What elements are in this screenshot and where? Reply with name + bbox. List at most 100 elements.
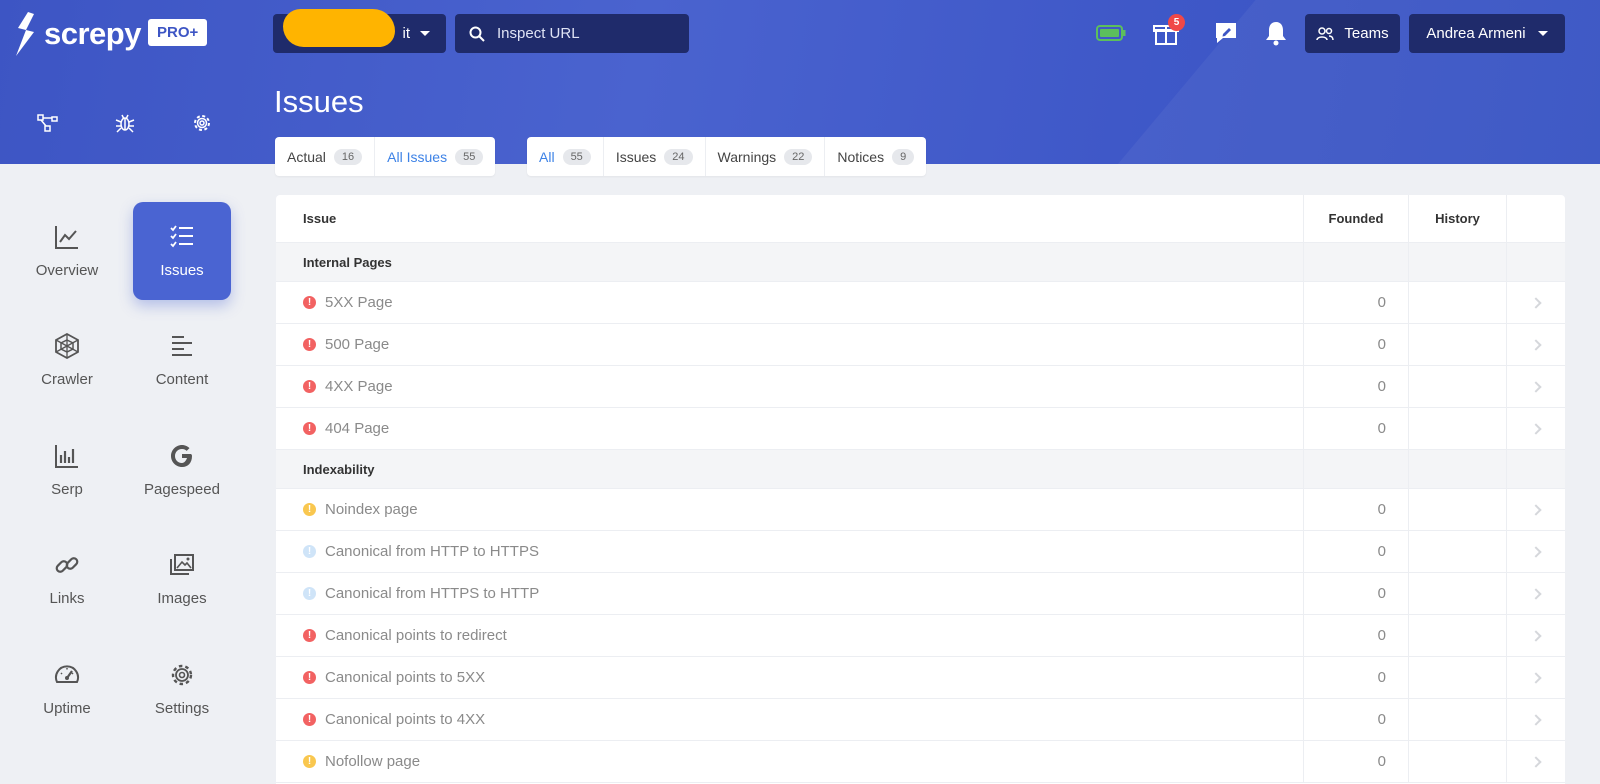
table-row[interactable]: ! 5XX Page 0 xyxy=(276,282,1565,324)
table-row[interactable]: ! 404 Page 0 xyxy=(276,408,1565,450)
warning-icon: ! xyxy=(303,755,316,768)
column-header-founded[interactable]: Founded xyxy=(1304,195,1409,242)
issue-label: Canonical from HTTP to HTTPS xyxy=(325,543,539,560)
table-row[interactable]: ! Canonical points to redirect 0 xyxy=(276,615,1565,657)
table-row[interactable]: ! Canonical points to 5XX 0 xyxy=(276,657,1565,699)
tab-all[interactable]: All 55 xyxy=(527,137,604,176)
sidebar-item-label: Uptime xyxy=(43,699,91,717)
history-cell xyxy=(1409,531,1507,572)
history-cell xyxy=(1409,615,1507,656)
founded-count: 0 xyxy=(1304,408,1409,449)
error-icon: ! xyxy=(303,713,316,726)
teams-label: Teams xyxy=(1344,25,1389,42)
sitemap-icon[interactable] xyxy=(35,110,61,136)
page-title: Issues xyxy=(274,84,364,119)
tab-notices[interactable]: Notices 9 xyxy=(825,137,926,176)
sidebar-item-content[interactable]: Content xyxy=(133,311,231,409)
caret-down-icon xyxy=(420,31,430,36)
notice-icon: ! xyxy=(303,545,316,558)
table-row[interactable]: ! Nofollow page 0 xyxy=(276,741,1565,783)
founded-count: 0 xyxy=(1304,489,1409,530)
sidebar-item-crawler[interactable]: Crawler xyxy=(18,311,116,409)
sidebar-item-label: Links xyxy=(49,589,85,607)
column-header-history[interactable]: History xyxy=(1409,195,1507,242)
redaction-scribble xyxy=(283,9,395,47)
checklist-icon xyxy=(170,224,193,247)
sidebar-item-images[interactable]: Images xyxy=(133,530,231,628)
error-icon: ! xyxy=(303,338,316,351)
chevron-right-icon[interactable] xyxy=(1530,755,1542,768)
feedback-icon[interactable] xyxy=(1209,16,1243,50)
logo-text: screpy xyxy=(44,16,141,51)
bell-icon[interactable] xyxy=(1259,16,1293,50)
table-row[interactable]: ! Canonical from HTTP to HTTPS 0 xyxy=(276,531,1565,573)
gear-icon xyxy=(171,664,193,685)
issue-label: 4XX Page xyxy=(325,378,393,395)
teams-button[interactable]: Teams xyxy=(1305,14,1400,53)
column-header-issue[interactable]: Issue xyxy=(276,195,1304,242)
chevron-right-icon[interactable] xyxy=(1530,296,1542,309)
tab-count: 9 xyxy=(892,148,915,165)
group-name: Indexability xyxy=(276,450,1304,488)
table-header: Issue Founded History xyxy=(276,195,1565,243)
issue-label: 5XX Page xyxy=(325,294,393,311)
users-icon xyxy=(1316,26,1335,40)
sidebar-item-uptime[interactable]: Uptime xyxy=(18,640,116,738)
tab-count: 22 xyxy=(784,148,813,165)
tab-label: Actual xyxy=(287,148,326,165)
tab-warnings[interactable]: Warnings 22 xyxy=(706,137,826,176)
table-row[interactable]: ! 4XX Page 0 xyxy=(276,366,1565,408)
tab-all-issues[interactable]: All Issues 55 xyxy=(375,137,495,176)
issue-label: Canonical points to 4XX xyxy=(325,711,486,728)
bug-icon[interactable] xyxy=(112,110,138,136)
history-cell xyxy=(1409,408,1507,449)
search-input[interactable] xyxy=(497,25,667,42)
founded-count: 0 xyxy=(1304,531,1409,572)
plan-badge: PRO+ xyxy=(148,19,208,46)
user-menu[interactable]: Andrea Armeni xyxy=(1409,14,1565,53)
sidebar-item-issues[interactable]: Issues xyxy=(133,202,231,300)
tab-count: 24 xyxy=(664,148,693,165)
error-icon: ! xyxy=(303,296,316,309)
issue-label: Canonical points to 5XX xyxy=(325,669,486,686)
chevron-right-icon[interactable] xyxy=(1530,629,1542,642)
sidebar-item-serp[interactable]: Serp xyxy=(18,421,116,519)
inspect-url-search[interactable] xyxy=(455,14,689,53)
tab-label: All Issues xyxy=(387,148,448,165)
sidebar-item-links[interactable]: Links xyxy=(18,530,116,628)
logo[interactable]: screpy xyxy=(14,12,141,56)
sidebar-item-overview[interactable]: Overview xyxy=(18,202,116,300)
table-row[interactable]: ! Noindex page 0 xyxy=(276,489,1565,531)
battery-icon[interactable] xyxy=(1094,16,1128,50)
history-cell xyxy=(1409,573,1507,614)
table-row[interactable]: ! 500 Page 0 xyxy=(276,324,1565,366)
history-cell xyxy=(1409,489,1507,530)
table-row[interactable]: ! Canonical points to 4XX 0 xyxy=(276,699,1565,741)
sidebar-item-label: Overview xyxy=(35,261,99,279)
chevron-right-icon[interactable] xyxy=(1530,338,1542,351)
spiderweb-icon xyxy=(55,332,79,359)
issue-label: Canonical points to redirect xyxy=(325,627,507,644)
tab-actual[interactable]: Actual 16 xyxy=(275,137,376,176)
chevron-right-icon[interactable] xyxy=(1530,503,1542,516)
sidebar-item-settings[interactable]: Settings xyxy=(133,640,231,738)
gear-icon[interactable] xyxy=(189,110,215,136)
chevron-right-icon[interactable] xyxy=(1530,545,1542,558)
tab-issues[interactable]: Issues 24 xyxy=(604,137,706,176)
chevron-right-icon[interactable] xyxy=(1530,422,1542,435)
sidebar-item-label: Settings xyxy=(154,699,210,717)
chevron-right-icon[interactable] xyxy=(1530,671,1542,684)
chevron-right-icon[interactable] xyxy=(1530,380,1542,393)
table-row[interactable]: ! Canonical from HTTPS to HTTP 0 xyxy=(276,573,1565,615)
error-icon: ! xyxy=(303,380,316,393)
tab-count: 16 xyxy=(333,148,363,165)
tab-label: Notices xyxy=(837,148,885,165)
sidebar-item-label: Serp xyxy=(51,480,83,498)
column-header-spacer xyxy=(1507,195,1565,242)
gift-icon[interactable]: 5 xyxy=(1149,14,1185,50)
chevron-right-icon[interactable] xyxy=(1530,587,1542,600)
chevron-right-icon[interactable] xyxy=(1530,713,1542,726)
tab-count: 55 xyxy=(562,148,591,165)
issue-label: Nofollow page xyxy=(325,753,421,770)
sidebar-item-pagespeed[interactable]: Pagespeed xyxy=(133,421,231,519)
